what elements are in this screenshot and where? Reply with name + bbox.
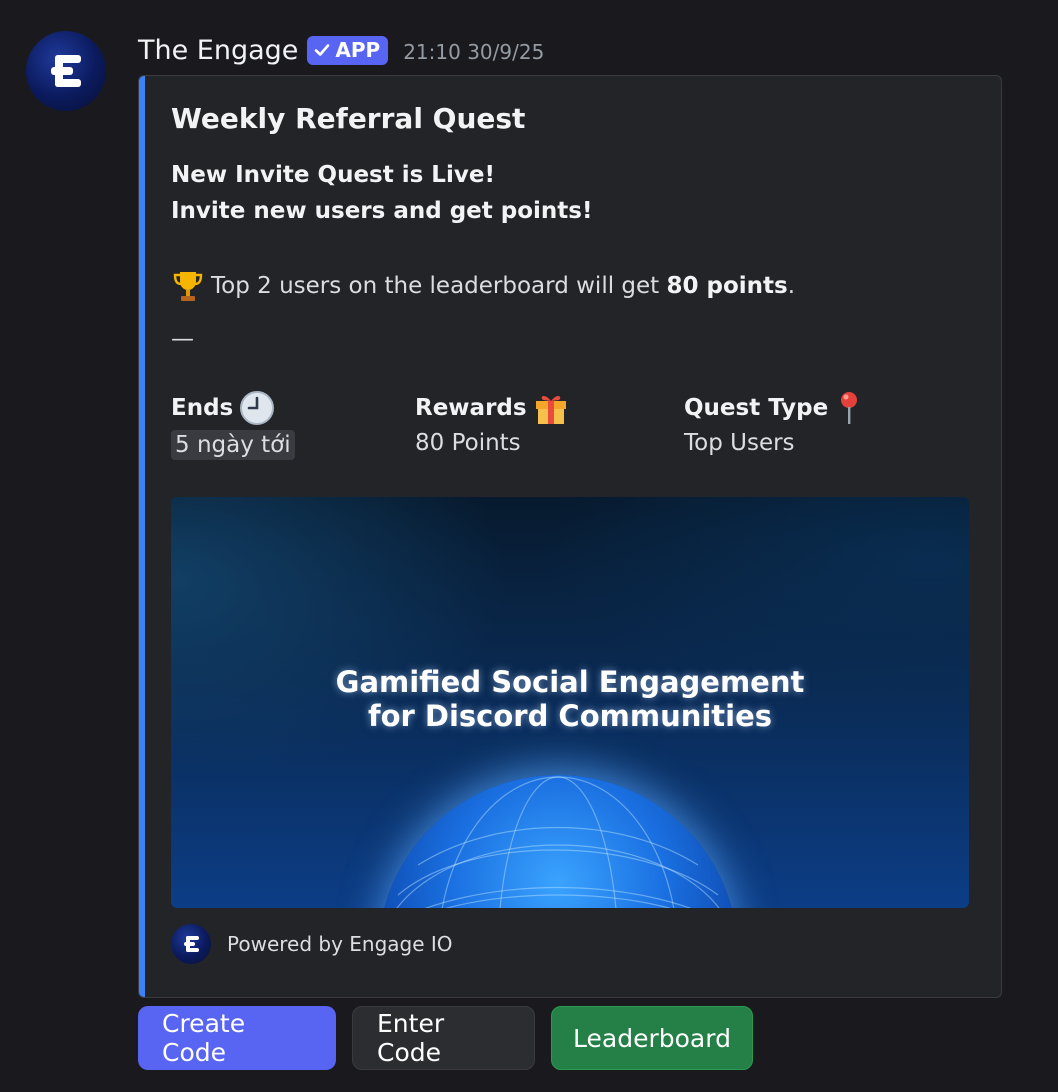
- embed-accent-bar: [139, 76, 145, 997]
- description-line-2: Invite new users and get points!: [171, 198, 593, 224]
- action-buttons: Create Code Enter Code Leaderboard: [138, 1006, 753, 1070]
- enter-code-button[interactable]: Enter Code: [352, 1006, 535, 1070]
- field-rewards-name: Rewards: [415, 395, 527, 421]
- reward-points-bold: 80 points: [666, 273, 788, 299]
- checkmark-icon: [315, 44, 330, 56]
- clock-icon: [240, 391, 275, 425]
- pin-icon: [841, 392, 858, 424]
- banner-caption-line-1: Gamified Social Engagement: [335, 665, 805, 699]
- field-rewards-value: 80 Points: [415, 430, 521, 456]
- leaderboard-button[interactable]: Leaderboard: [551, 1006, 753, 1070]
- chat-message: The Engage APP 21:10 30/9/25 Weekly Refe…: [0, 0, 1058, 1092]
- field-quest-type-value: Top Users: [684, 430, 795, 456]
- footer-text: Powered by Engage IO: [227, 932, 453, 956]
- engage-logo-icon: [51, 55, 81, 87]
- field-ends-value[interactable]: 5 ngày tới: [171, 430, 295, 460]
- message-header: The Engage APP 21:10 30/9/25: [138, 32, 544, 68]
- globe-lines-graphic: [396, 776, 720, 908]
- trophy-icon: [173, 272, 203, 301]
- embed-banner-image[interactable]: Gamified Social Engagement for Discord C…: [171, 497, 969, 908]
- leaderboard-reward-text: Top 2 users on the leaderboard will get …: [171, 269, 795, 303]
- message-timestamp[interactable]: 21:10 30/9/25: [403, 40, 544, 64]
- separator: —: [171, 326, 194, 352]
- quest-embed: Weekly Referral Quest New Invite Quest i…: [138, 75, 1002, 998]
- field-quest-type: Quest Type Top Users: [684, 390, 864, 456]
- field-quest-type-name: Quest Type: [684, 395, 829, 421]
- author-avatar[interactable]: [26, 31, 106, 111]
- field-ends: Ends 5 ngày tới: [171, 390, 295, 460]
- description-line-1: New Invite Quest is Live!: [171, 162, 495, 188]
- reward-text-before: Top 2 users on the leaderboard will get: [211, 273, 667, 299]
- app-badge: APP: [307, 35, 389, 65]
- banner-caption-line-2: for Discord Communities: [367, 699, 773, 733]
- gift-icon: [535, 395, 566, 424]
- banner-caption: Gamified Social Engagement for Discord C…: [171, 665, 969, 733]
- app-badge-label: APP: [335, 38, 381, 62]
- reward-text-after: .: [787, 273, 796, 299]
- field-rewards: Rewards 80 Points: [415, 390, 569, 456]
- embed-footer: Powered by Engage IO: [171, 924, 453, 964]
- footer-logo-icon: [171, 924, 211, 964]
- embed-title: Weekly Referral Quest: [171, 102, 526, 135]
- field-ends-name: Ends: [171, 395, 234, 421]
- create-code-button[interactable]: Create Code: [138, 1006, 336, 1070]
- author-name[interactable]: The Engage: [138, 35, 298, 66]
